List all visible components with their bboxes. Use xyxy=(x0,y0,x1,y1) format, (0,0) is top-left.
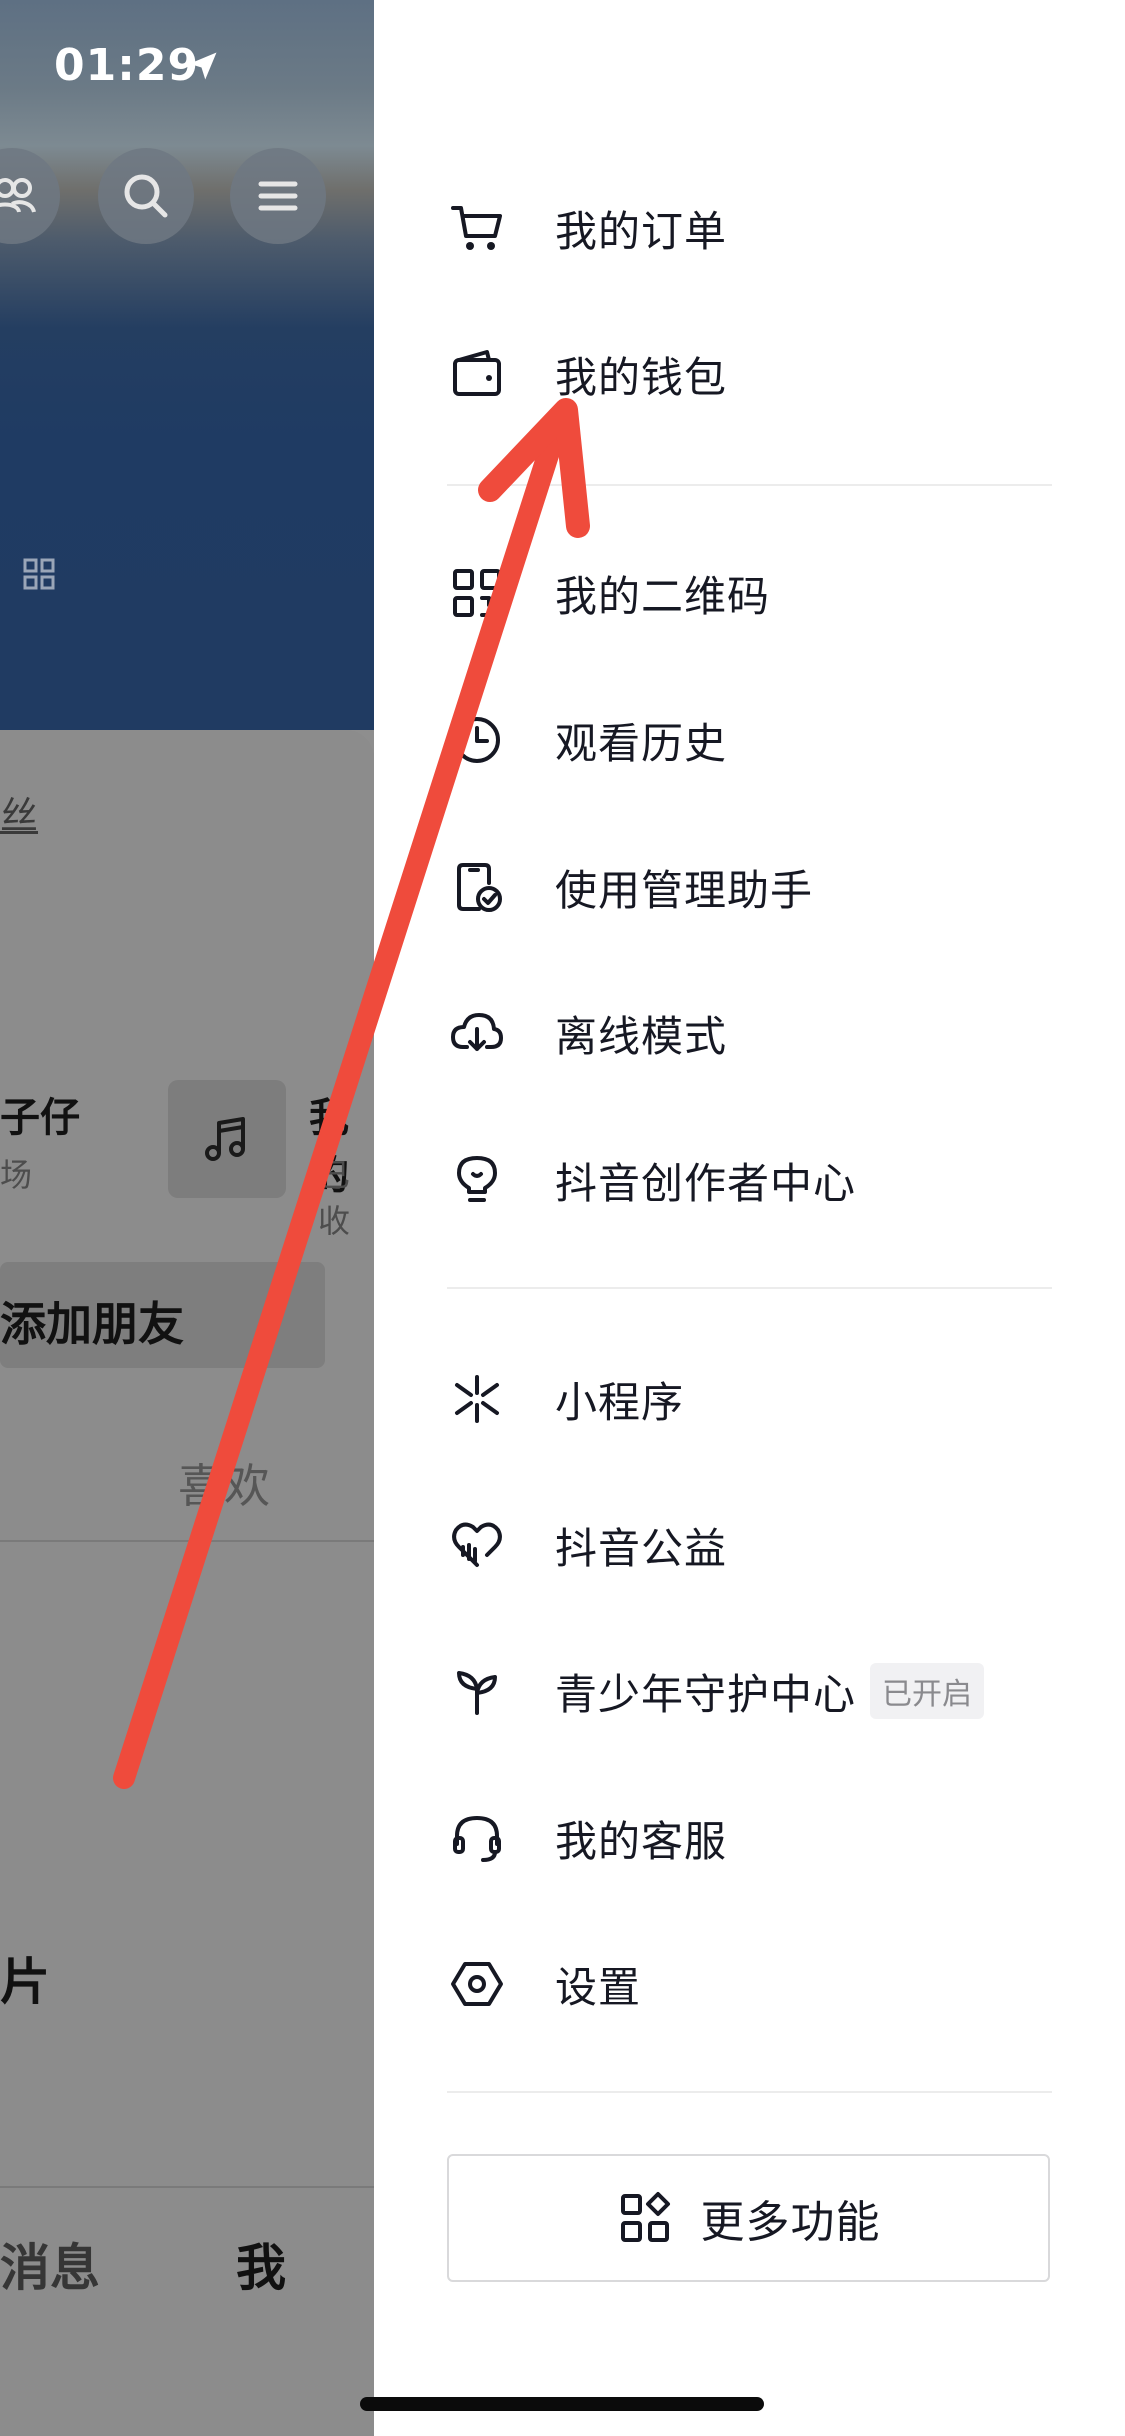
music-tile[interactable] xyxy=(168,1080,286,1198)
menu-item-qr-code[interactable]: 我的二维码 xyxy=(447,543,1047,643)
clock-icon xyxy=(447,710,507,770)
more-features-label: 更多功能 xyxy=(700,2197,881,2248)
profile-sheet xyxy=(0,730,374,2436)
cloud-download-icon xyxy=(447,1003,507,1063)
menu-item-creator-center[interactable]: 抖音创作者中心 xyxy=(447,1130,1047,1230)
fans-label[interactable]: 丝 xyxy=(0,785,38,840)
tile-right-subtitle: 已收 xyxy=(318,1156,351,1240)
nav-messages[interactable]: 消息 xyxy=(0,2228,100,2300)
lightbulb-icon xyxy=(447,1150,507,1210)
heart-icon xyxy=(447,1515,507,1575)
menu-item-watch-history[interactable]: 观看历史 xyxy=(447,690,1047,790)
menu-item-mini-programs[interactable]: 小程序 xyxy=(447,1349,1047,1449)
section-divider xyxy=(447,1287,1052,1289)
search-button[interactable] xyxy=(98,148,194,244)
menu-item-offline-mode[interactable]: 离线模式 xyxy=(447,983,1047,1083)
small-qr-icon xyxy=(23,558,55,590)
menu-item-teen-protection[interactable]: 青少年守护中心 已开启 xyxy=(447,1641,1047,1741)
menu-item-customer-service[interactable]: 我的客服 xyxy=(447,1788,1047,1888)
side-drawer: 我的订单 我的钱包 我的二维码 观看历史 使用管理助手 离线模式 抖音创作者中心… xyxy=(360,0,1125,2436)
add-friend-label: 添加朋友 xyxy=(0,1297,184,1351)
menu-item-orders[interactable]: 我的订单 xyxy=(447,178,1047,278)
cart-icon xyxy=(447,198,507,258)
section-divider xyxy=(447,2091,1052,2093)
headset-icon xyxy=(447,1808,507,1868)
menu-item-label: 我的钱包 xyxy=(555,352,728,402)
menu-item-label: 抖音公益 xyxy=(555,1523,728,1573)
location-arrow-icon xyxy=(189,52,217,80)
menu-item-label: 我的二维码 xyxy=(555,571,771,621)
menu-item-label: 我的客服 xyxy=(555,1816,728,1866)
status-badge: 已开启 xyxy=(870,1663,985,1719)
tab-divider xyxy=(0,1540,374,1542)
menu-item-label: 小程序 xyxy=(555,1377,685,1427)
menu-item-usage-manager[interactable]: 使用管理助手 xyxy=(447,837,1047,937)
profile-page-background: 01:29 丝 子仔 场 我的 已收 添加朋友 喜欢 片 消息 我 xyxy=(0,0,374,2436)
search-icon xyxy=(124,174,168,218)
bottom-nav xyxy=(0,2186,374,2436)
tab-likes[interactable]: 喜欢 xyxy=(178,1450,270,1516)
sprout-icon xyxy=(447,1661,507,1721)
music-note-icon xyxy=(205,1117,245,1161)
friends-icon xyxy=(0,178,36,213)
menu-item-charity[interactable]: 抖音公益 xyxy=(447,1495,1047,1595)
home-indicator xyxy=(360,2397,764,2411)
mini-program-icon xyxy=(447,1369,507,1429)
menu-button[interactable] xyxy=(230,148,326,244)
menu-item-wallet[interactable]: 我的钱包 xyxy=(447,324,1047,424)
nav-me[interactable]: 我 xyxy=(236,2228,286,2300)
menu-item-label: 观看历史 xyxy=(555,718,728,768)
menu-item-label: 青少年守护中心 xyxy=(555,1669,857,1719)
status-time: 01:29 xyxy=(54,40,200,91)
menu-item-label: 设置 xyxy=(555,1962,642,2012)
menu-item-label: 抖音创作者中心 xyxy=(555,1158,857,1208)
phone-check-icon xyxy=(447,857,507,917)
menu-icon xyxy=(258,181,298,211)
grid-plus-icon xyxy=(620,2192,670,2242)
tile-left-subtitle: 场 xyxy=(0,1156,33,1194)
profile-header-banner xyxy=(0,0,374,730)
menu-item-label: 使用管理助手 xyxy=(555,865,814,915)
more-features-button[interactable]: 更多功能 xyxy=(447,2154,1050,2282)
section-label: 片 xyxy=(0,1953,50,2011)
menu-item-label: 我的订单 xyxy=(555,206,728,256)
settings-hexagon-icon xyxy=(447,1954,507,2014)
section-divider xyxy=(447,484,1052,486)
qr-code-icon xyxy=(447,563,507,623)
wallet-icon xyxy=(447,344,507,404)
menu-item-label: 离线模式 xyxy=(555,1011,728,1061)
menu-item-settings[interactable]: 设置 xyxy=(447,1934,1047,2034)
tile-left-title[interactable]: 子仔 xyxy=(0,1085,80,1143)
